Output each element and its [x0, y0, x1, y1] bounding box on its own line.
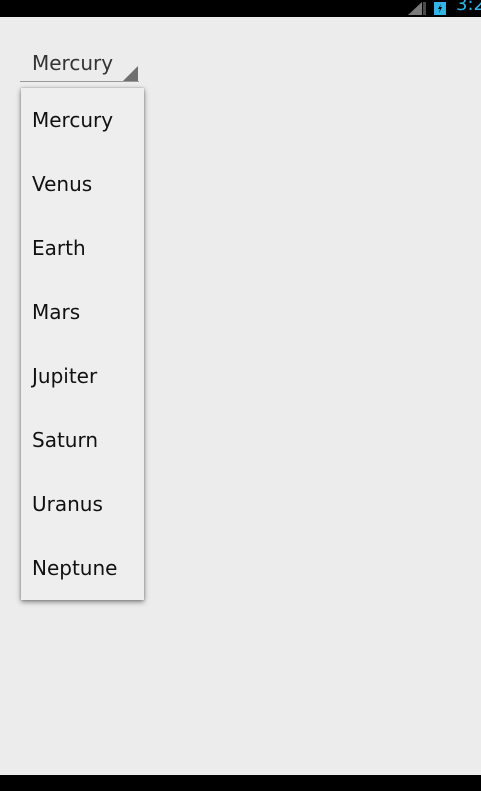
status-bar: 3:2 — [0, 0, 481, 17]
dropdown-item-earth[interactable]: Earth — [21, 216, 144, 280]
dropdown-item-mercury[interactable]: Mercury — [21, 88, 144, 152]
dropdown-item-uranus[interactable]: Uranus — [21, 472, 144, 536]
status-clock: 3:2 — [456, 0, 481, 15]
dropdown-item-mars[interactable]: Mars — [21, 280, 144, 344]
planet-spinner[interactable]: Mercury — [20, 46, 139, 82]
dropdown-item-saturn[interactable]: Saturn — [21, 408, 144, 472]
navigation-bar — [0, 775, 481, 791]
battery-icon — [434, 2, 446, 15]
dropdown-item-jupiter[interactable]: Jupiter — [21, 344, 144, 408]
spinner-selected-value: Mercury — [32, 51, 114, 75]
dropdown-item-venus[interactable]: Venus — [21, 152, 144, 216]
planet-dropdown-list: Mercury Venus Earth Mars Jupiter Saturn … — [21, 88, 144, 600]
spinner-underline — [20, 81, 139, 82]
dropdown-item-neptune[interactable]: Neptune — [21, 536, 144, 600]
signal-icon — [408, 2, 426, 15]
spinner-arrow-icon — [123, 66, 138, 81]
app-screen: 3:2 Mercury Mercury Venus Earth Mars Jup… — [0, 0, 481, 791]
